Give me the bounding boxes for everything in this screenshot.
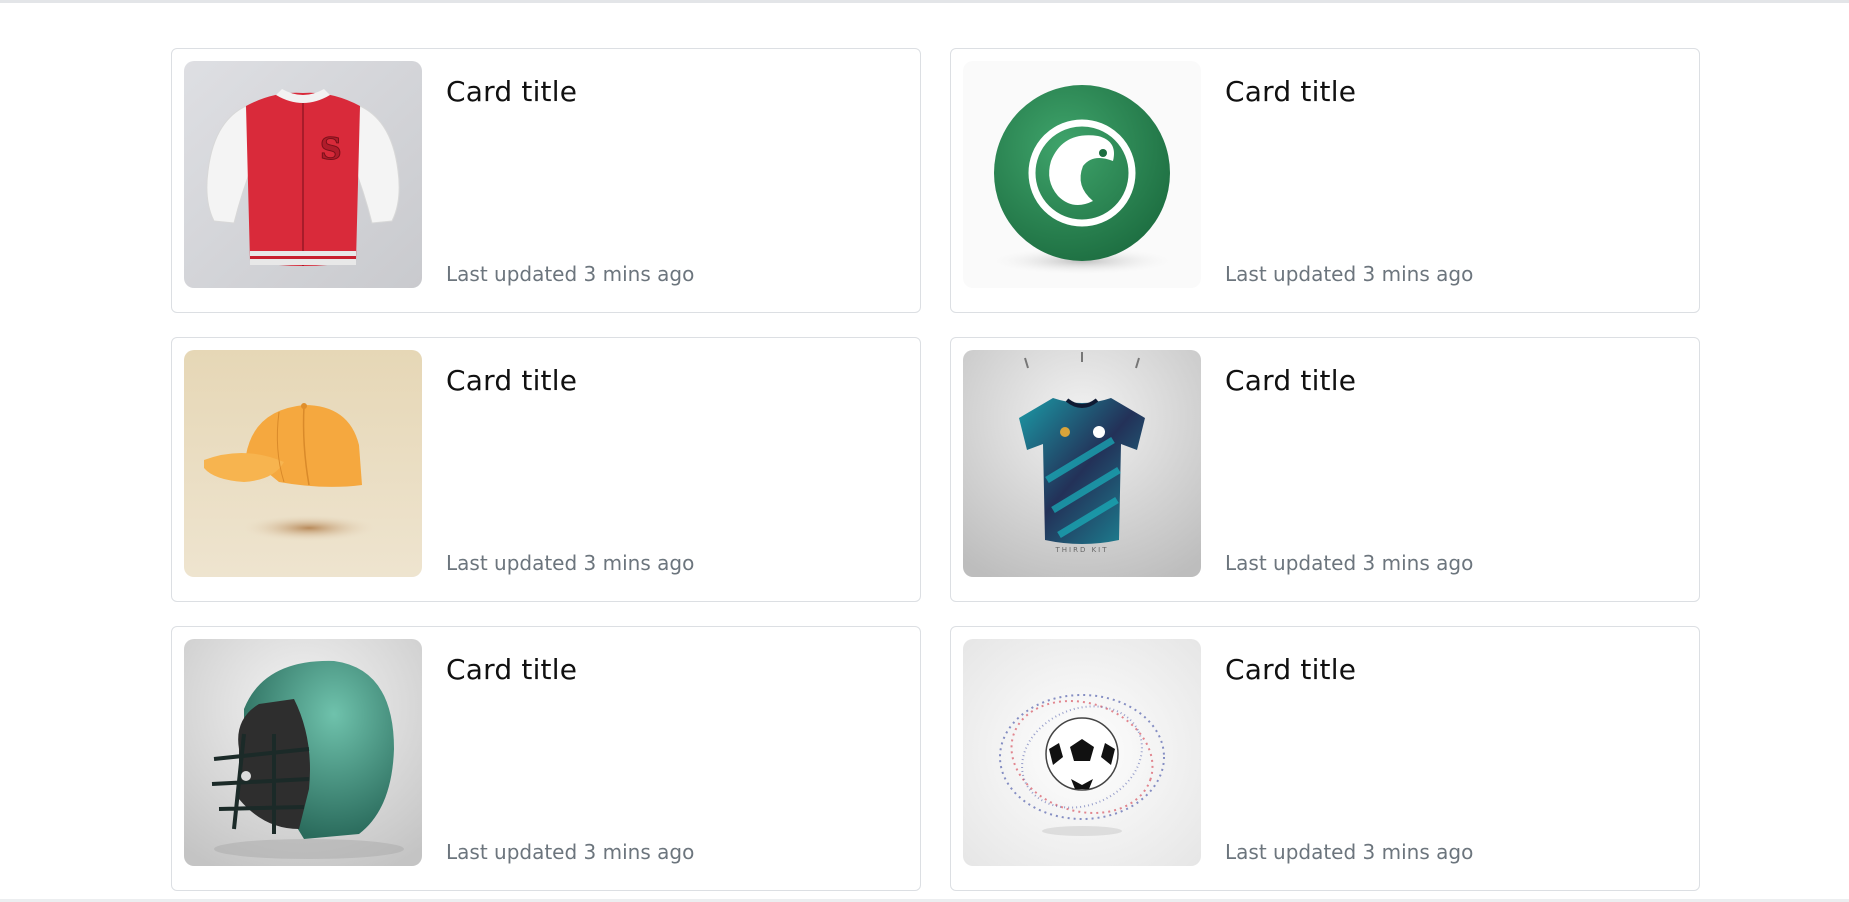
teal-jersey-image: THIRD KIT (963, 350, 1201, 577)
card-updated-text: Last updated 3 mins ago (446, 262, 695, 286)
svg-text:THIRD KIT: THIRD KIT (1054, 546, 1108, 554)
card-title: Card title (446, 653, 578, 686)
card-updated-text: Last updated 3 mins ago (1225, 840, 1474, 864)
soccer-ball-swirl-image (963, 639, 1201, 866)
varsity-jacket-image: S (184, 61, 422, 288)
green-soccer-ball-image (963, 61, 1201, 288)
product-card[interactable]: THIRD KIT Card title Last updated 3 mins… (950, 337, 1700, 602)
card-title: Card title (1225, 364, 1357, 397)
product-card[interactable]: Card title Last updated 3 mins ago (171, 626, 921, 891)
product-card[interactable]: S Card title Last updated 3 mins ago (171, 48, 921, 313)
card-updated-text: Last updated 3 mins ago (1225, 262, 1474, 286)
card-title: Card title (1225, 653, 1357, 686)
product-card[interactable]: Card title Last updated 3 mins ago (950, 626, 1700, 891)
card-title: Card title (446, 75, 578, 108)
card-title: Card title (446, 364, 578, 397)
product-card[interactable]: Card title Last updated 3 mins ago (950, 48, 1700, 313)
product-card[interactable]: Card title Last updated 3 mins ago (171, 337, 921, 602)
card-title: Card title (1225, 75, 1357, 108)
svg-text:S: S (320, 132, 342, 167)
top-divider (0, 0, 1849, 3)
football-helmet-image (184, 639, 422, 866)
card-updated-text: Last updated 3 mins ago (446, 551, 695, 575)
orange-cap-image (184, 350, 422, 577)
card-updated-text: Last updated 3 mins ago (446, 840, 695, 864)
card-updated-text: Last updated 3 mins ago (1225, 551, 1474, 575)
card-grid: S Card title Last updated 3 mins ago Car… (171, 48, 1701, 891)
